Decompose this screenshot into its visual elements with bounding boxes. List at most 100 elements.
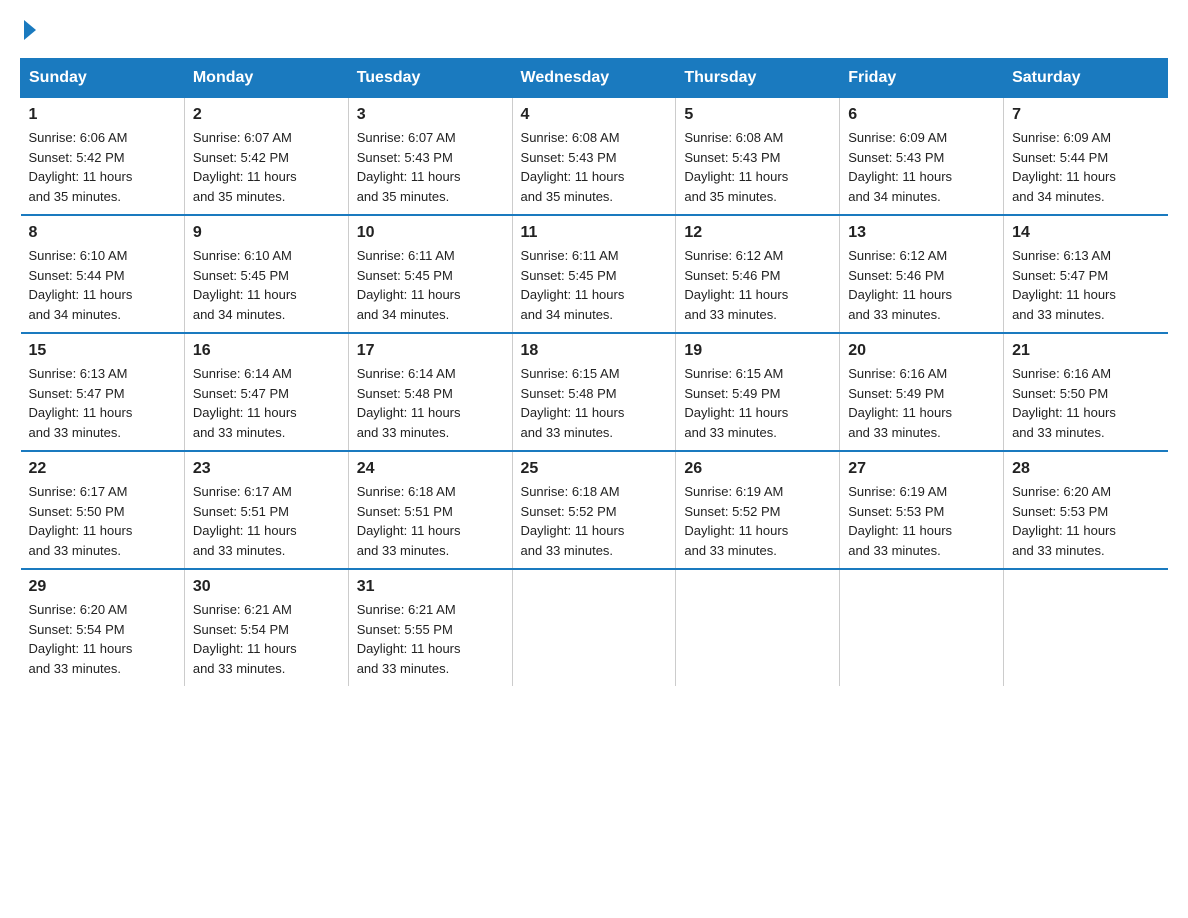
calendar-cell: 27 Sunrise: 6:19 AM Sunset: 5:53 PM Dayl… — [840, 451, 1004, 569]
day-info: Sunrise: 6:11 AM Sunset: 5:45 PM Dayligh… — [357, 246, 504, 324]
day-info: Sunrise: 6:21 AM Sunset: 5:54 PM Dayligh… — [193, 600, 340, 678]
day-info: Sunrise: 6:10 AM Sunset: 5:44 PM Dayligh… — [29, 246, 176, 324]
calendar-cell — [1004, 569, 1168, 686]
day-number: 25 — [521, 460, 668, 478]
calendar-cell: 31 Sunrise: 6:21 AM Sunset: 5:55 PM Dayl… — [348, 569, 512, 686]
calendar-cell: 20 Sunrise: 6:16 AM Sunset: 5:49 PM Dayl… — [840, 333, 1004, 451]
day-number: 12 — [684, 224, 831, 242]
weekday-header-row: SundayMondayTuesdayWednesdayThursdayFrid… — [21, 59, 1168, 98]
day-number: 13 — [848, 224, 995, 242]
logo[interactable] — [20, 20, 36, 42]
calendar-cell: 3 Sunrise: 6:07 AM Sunset: 5:43 PM Dayli… — [348, 98, 512, 216]
day-info: Sunrise: 6:19 AM Sunset: 5:53 PM Dayligh… — [848, 482, 995, 560]
day-number: 28 — [1012, 460, 1159, 478]
calendar-cell: 6 Sunrise: 6:09 AM Sunset: 5:43 PM Dayli… — [840, 98, 1004, 216]
calendar-cell: 19 Sunrise: 6:15 AM Sunset: 5:49 PM Dayl… — [676, 333, 840, 451]
day-info: Sunrise: 6:14 AM Sunset: 5:47 PM Dayligh… — [193, 364, 340, 442]
day-info: Sunrise: 6:15 AM Sunset: 5:49 PM Dayligh… — [684, 364, 831, 442]
weekday-header-friday: Friday — [840, 59, 1004, 98]
calendar-cell — [676, 569, 840, 686]
day-info: Sunrise: 6:16 AM Sunset: 5:49 PM Dayligh… — [848, 364, 995, 442]
day-info: Sunrise: 6:20 AM Sunset: 5:54 PM Dayligh… — [29, 600, 176, 678]
calendar-cell: 5 Sunrise: 6:08 AM Sunset: 5:43 PM Dayli… — [676, 98, 840, 216]
day-info: Sunrise: 6:13 AM Sunset: 5:47 PM Dayligh… — [29, 364, 176, 442]
calendar-cell: 14 Sunrise: 6:13 AM Sunset: 5:47 PM Dayl… — [1004, 215, 1168, 333]
day-info: Sunrise: 6:16 AM Sunset: 5:50 PM Dayligh… — [1012, 364, 1159, 442]
weekday-header-tuesday: Tuesday — [348, 59, 512, 98]
calendar-cell: 2 Sunrise: 6:07 AM Sunset: 5:42 PM Dayli… — [184, 98, 348, 216]
weekday-header-saturday: Saturday — [1004, 59, 1168, 98]
day-number: 11 — [521, 224, 668, 242]
day-info: Sunrise: 6:08 AM Sunset: 5:43 PM Dayligh… — [684, 128, 831, 206]
calendar-cell: 21 Sunrise: 6:16 AM Sunset: 5:50 PM Dayl… — [1004, 333, 1168, 451]
day-number: 14 — [1012, 224, 1159, 242]
calendar-week-row: 29 Sunrise: 6:20 AM Sunset: 5:54 PM Dayl… — [21, 569, 1168, 686]
day-number: 29 — [29, 578, 176, 596]
day-number: 31 — [357, 578, 504, 596]
day-number: 16 — [193, 342, 340, 360]
calendar-cell — [512, 569, 676, 686]
calendar-cell: 8 Sunrise: 6:10 AM Sunset: 5:44 PM Dayli… — [21, 215, 185, 333]
day-number: 8 — [29, 224, 176, 242]
day-info: Sunrise: 6:21 AM Sunset: 5:55 PM Dayligh… — [357, 600, 504, 678]
day-info: Sunrise: 6:15 AM Sunset: 5:48 PM Dayligh… — [521, 364, 668, 442]
calendar-week-row: 15 Sunrise: 6:13 AM Sunset: 5:47 PM Dayl… — [21, 333, 1168, 451]
day-number: 19 — [684, 342, 831, 360]
day-info: Sunrise: 6:17 AM Sunset: 5:50 PM Dayligh… — [29, 482, 176, 560]
day-number: 3 — [357, 106, 504, 124]
calendar-cell: 25 Sunrise: 6:18 AM Sunset: 5:52 PM Dayl… — [512, 451, 676, 569]
calendar-cell: 15 Sunrise: 6:13 AM Sunset: 5:47 PM Dayl… — [21, 333, 185, 451]
day-info: Sunrise: 6:17 AM Sunset: 5:51 PM Dayligh… — [193, 482, 340, 560]
calendar-cell: 22 Sunrise: 6:17 AM Sunset: 5:50 PM Dayl… — [21, 451, 185, 569]
day-number: 23 — [193, 460, 340, 478]
calendar-cell: 23 Sunrise: 6:17 AM Sunset: 5:51 PM Dayl… — [184, 451, 348, 569]
calendar-cell: 13 Sunrise: 6:12 AM Sunset: 5:46 PM Dayl… — [840, 215, 1004, 333]
calendar-week-row: 22 Sunrise: 6:17 AM Sunset: 5:50 PM Dayl… — [21, 451, 1168, 569]
calendar-cell: 16 Sunrise: 6:14 AM Sunset: 5:47 PM Dayl… — [184, 333, 348, 451]
day-info: Sunrise: 6:20 AM Sunset: 5:53 PM Dayligh… — [1012, 482, 1159, 560]
day-number: 15 — [29, 342, 176, 360]
page-header — [20, 20, 1168, 42]
day-number: 30 — [193, 578, 340, 596]
day-number: 2 — [193, 106, 340, 124]
calendar-cell: 4 Sunrise: 6:08 AM Sunset: 5:43 PM Dayli… — [512, 98, 676, 216]
day-number: 26 — [684, 460, 831, 478]
calendar-cell: 11 Sunrise: 6:11 AM Sunset: 5:45 PM Dayl… — [512, 215, 676, 333]
day-info: Sunrise: 6:12 AM Sunset: 5:46 PM Dayligh… — [684, 246, 831, 324]
day-info: Sunrise: 6:13 AM Sunset: 5:47 PM Dayligh… — [1012, 246, 1159, 324]
day-number: 5 — [684, 106, 831, 124]
day-info: Sunrise: 6:08 AM Sunset: 5:43 PM Dayligh… — [521, 128, 668, 206]
weekday-header-thursday: Thursday — [676, 59, 840, 98]
calendar-cell: 28 Sunrise: 6:20 AM Sunset: 5:53 PM Dayl… — [1004, 451, 1168, 569]
day-info: Sunrise: 6:09 AM Sunset: 5:43 PM Dayligh… — [848, 128, 995, 206]
day-info: Sunrise: 6:11 AM Sunset: 5:45 PM Dayligh… — [521, 246, 668, 324]
calendar-cell: 30 Sunrise: 6:21 AM Sunset: 5:54 PM Dayl… — [184, 569, 348, 686]
calendar-cell: 17 Sunrise: 6:14 AM Sunset: 5:48 PM Dayl… — [348, 333, 512, 451]
day-number: 21 — [1012, 342, 1159, 360]
day-info: Sunrise: 6:18 AM Sunset: 5:51 PM Dayligh… — [357, 482, 504, 560]
calendar-cell: 10 Sunrise: 6:11 AM Sunset: 5:45 PM Dayl… — [348, 215, 512, 333]
calendar-cell: 1 Sunrise: 6:06 AM Sunset: 5:42 PM Dayli… — [21, 98, 185, 216]
calendar-cell — [840, 569, 1004, 686]
calendar-cell: 26 Sunrise: 6:19 AM Sunset: 5:52 PM Dayl… — [676, 451, 840, 569]
day-number: 22 — [29, 460, 176, 478]
day-number: 17 — [357, 342, 504, 360]
day-info: Sunrise: 6:09 AM Sunset: 5:44 PM Dayligh… — [1012, 128, 1159, 206]
calendar-cell: 24 Sunrise: 6:18 AM Sunset: 5:51 PM Dayl… — [348, 451, 512, 569]
calendar-week-row: 8 Sunrise: 6:10 AM Sunset: 5:44 PM Dayli… — [21, 215, 1168, 333]
calendar-cell: 7 Sunrise: 6:09 AM Sunset: 5:44 PM Dayli… — [1004, 98, 1168, 216]
day-number: 24 — [357, 460, 504, 478]
day-number: 27 — [848, 460, 995, 478]
calendar-cell: 12 Sunrise: 6:12 AM Sunset: 5:46 PM Dayl… — [676, 215, 840, 333]
day-number: 9 — [193, 224, 340, 242]
calendar-cell: 29 Sunrise: 6:20 AM Sunset: 5:54 PM Dayl… — [21, 569, 185, 686]
day-number: 18 — [521, 342, 668, 360]
day-number: 10 — [357, 224, 504, 242]
calendar-cell: 18 Sunrise: 6:15 AM Sunset: 5:48 PM Dayl… — [512, 333, 676, 451]
day-number: 6 — [848, 106, 995, 124]
weekday-header-monday: Monday — [184, 59, 348, 98]
day-info: Sunrise: 6:14 AM Sunset: 5:48 PM Dayligh… — [357, 364, 504, 442]
day-info: Sunrise: 6:10 AM Sunset: 5:45 PM Dayligh… — [193, 246, 340, 324]
day-info: Sunrise: 6:18 AM Sunset: 5:52 PM Dayligh… — [521, 482, 668, 560]
calendar-cell: 9 Sunrise: 6:10 AM Sunset: 5:45 PM Dayli… — [184, 215, 348, 333]
